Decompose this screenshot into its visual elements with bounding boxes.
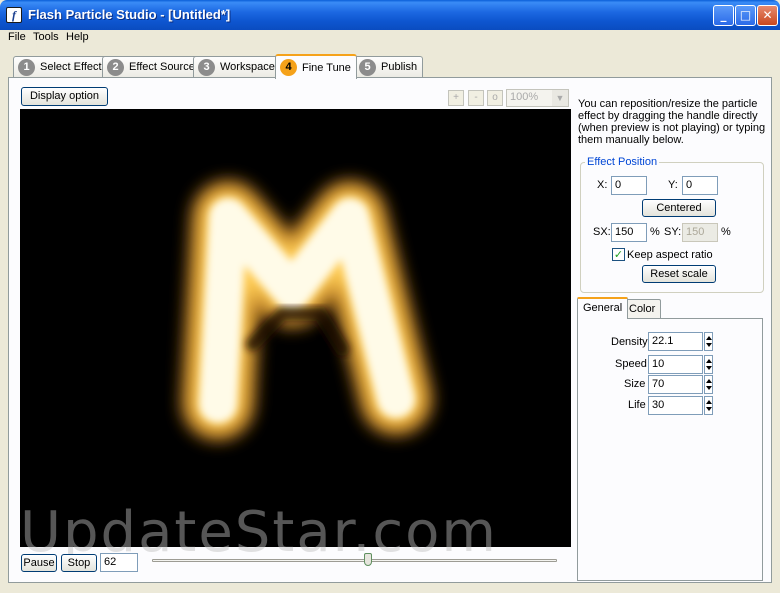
sx-input[interactable]: 150 xyxy=(611,223,647,242)
reset-scale-button[interactable]: Reset scale xyxy=(642,265,716,283)
speed-label: Speed xyxy=(615,358,647,370)
display-option-button[interactable]: Display option xyxy=(21,87,108,106)
life-label: Life xyxy=(628,399,646,411)
tab-label: Effect Source xyxy=(129,61,195,73)
minimize-button[interactable]: _ xyxy=(713,5,734,26)
menu-file[interactable]: File xyxy=(8,31,26,43)
particle-glow-letter xyxy=(182,181,432,440)
zoom-out-button[interactable]: - xyxy=(468,90,484,106)
effect-preview-canvas[interactable] xyxy=(20,109,571,547)
life-input[interactable]: 30 xyxy=(648,396,703,415)
chevron-down-icon: ▼ xyxy=(552,90,568,106)
stop-button[interactable]: Stop xyxy=(61,554,97,572)
maximize-button[interactable]: □ xyxy=(735,5,756,26)
density-spinner[interactable] xyxy=(704,332,713,351)
tab-color[interactable]: Color xyxy=(623,299,662,319)
size-input[interactable]: 70 xyxy=(648,375,703,394)
tab-fine-tune[interactable]: 4 Fine Tune xyxy=(275,54,357,79)
density-label: Density xyxy=(611,336,648,348)
tab-label: Select Effect xyxy=(40,61,102,73)
zoom-select[interactable]: 100% ▼ xyxy=(506,89,569,107)
sy-label: SY: xyxy=(664,226,682,238)
size-spinner[interactable] xyxy=(704,375,713,394)
tab-label: Publish xyxy=(381,61,418,73)
menu-tools[interactable]: Tools xyxy=(33,31,59,43)
menu-help[interactable]: Help xyxy=(66,31,89,43)
instructions-text: You can reposition/resize the particle e… xyxy=(578,98,766,146)
life-spinner[interactable] xyxy=(704,396,713,415)
x-label: X: xyxy=(597,179,608,191)
effect-position-title: Effect Position xyxy=(585,156,660,168)
app-icon: f xyxy=(6,7,22,23)
step-number-badge: 5 xyxy=(359,58,376,76)
sx-label: SX: xyxy=(593,226,611,238)
tab-publish[interactable]: 5 Publish xyxy=(354,56,424,77)
timeline-slider-thumb[interactable] xyxy=(364,553,372,566)
sy-unit: % xyxy=(721,226,731,238)
sy-input[interactable]: 150 xyxy=(682,223,718,242)
density-input[interactable]: 22.1 xyxy=(648,332,703,351)
keep-aspect-label: Keep aspect ratio xyxy=(627,249,713,261)
zoom-value: 100% xyxy=(510,91,539,103)
x-input[interactable]: 0 xyxy=(611,176,647,195)
zoom-in-button[interactable]: + xyxy=(448,90,464,106)
tab-select-effect[interactable]: 1 Select Effect xyxy=(13,56,108,77)
menu-bar: File Tools Help xyxy=(4,29,776,49)
tab-general[interactable]: General xyxy=(577,297,629,319)
frame-input[interactable]: 62 xyxy=(100,553,138,572)
zoom-reset-button[interactable]: o xyxy=(487,90,503,106)
pause-button[interactable]: Pause xyxy=(21,554,57,572)
step-number-badge: 3 xyxy=(198,58,215,76)
title-bar: f Flash Particle Studio - [Untitled*] _ … xyxy=(0,0,780,30)
speed-input[interactable]: 10 xyxy=(648,355,703,374)
keep-aspect-checkbox[interactable]: ✓ xyxy=(612,248,625,261)
centered-button[interactable]: Centered xyxy=(642,199,716,217)
tab-workspace[interactable]: 3 Workspace xyxy=(193,56,281,77)
sx-unit: % xyxy=(650,226,660,238)
close-button[interactable]: ✕ xyxy=(757,5,778,26)
y-input[interactable]: 0 xyxy=(682,176,718,195)
timeline-slider-track[interactable] xyxy=(152,559,557,562)
size-label: Size xyxy=(624,378,646,390)
y-label: Y: xyxy=(668,179,678,191)
window-title: Flash Particle Studio - [Untitled*] xyxy=(28,7,231,22)
step-number-badge: 4 xyxy=(280,59,297,76)
step-number-badge: 1 xyxy=(18,58,35,76)
tab-label: Fine Tune xyxy=(302,61,351,74)
tab-label: Workspace xyxy=(220,61,275,73)
speed-spinner[interactable] xyxy=(704,355,713,374)
tab-effect-source[interactable]: 2 Effect Source xyxy=(102,56,201,77)
step-number-badge: 2 xyxy=(107,58,124,76)
